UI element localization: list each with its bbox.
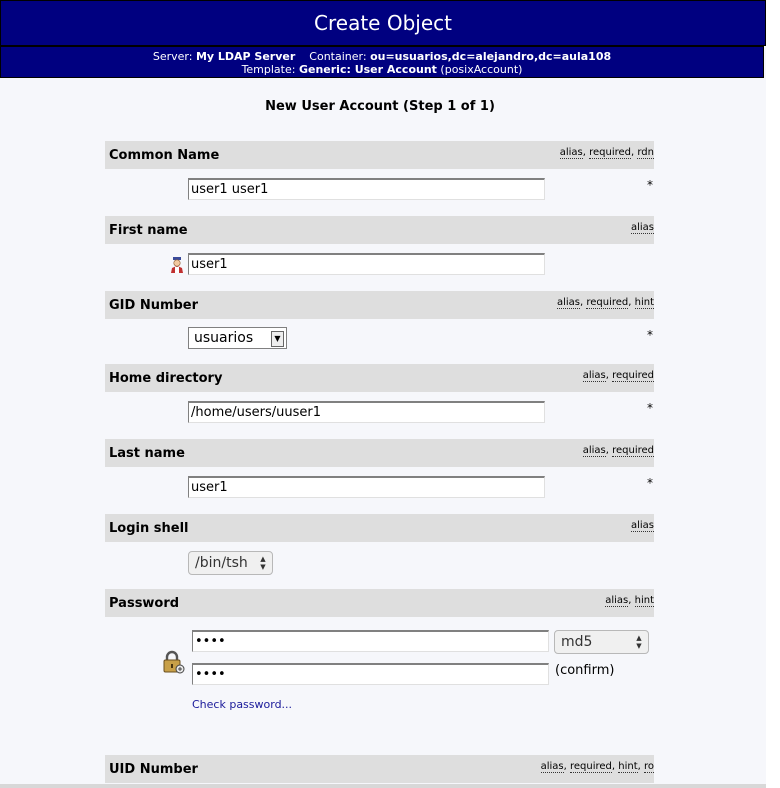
attr-flags: alias, hint (605, 595, 654, 607)
flag-alias[interactable]: alias (582, 370, 606, 382)
attr-flags: alias, required (582, 445, 654, 457)
chevron-down-icon[interactable]: ▼ (271, 331, 284, 347)
attr-header-home-directory: Home directory alias, required (105, 364, 654, 392)
step-title: New User Account (Step 1 of 1) (265, 99, 495, 114)
attr-flags: alias, required, hint (556, 297, 654, 309)
gid-selected-value: usuarios (194, 330, 254, 346)
attr-name: Common Name (109, 148, 220, 163)
attr-flags: alias (630, 222, 654, 234)
hash-value: md5 (561, 634, 593, 650)
gid-number-select[interactable]: usuarios ▼ (188, 327, 287, 349)
required-marker: * (647, 401, 653, 415)
user-icon (170, 257, 184, 277)
attr-header-login-shell: Login shell alias (105, 514, 654, 542)
spinner-arrows-icon: ▲ ▼ (636, 634, 642, 650)
server-value: My LDAP Server (195, 50, 296, 63)
required-marker: * (647, 178, 653, 192)
page-title: Create Object (0, 0, 766, 46)
flag-required[interactable]: required (589, 147, 632, 159)
login-shell-value: /bin/tsh (195, 555, 248, 571)
flag-rdn[interactable]: rdn (637, 147, 654, 159)
attr-header-gid-number: GID Number alias, required, hint (105, 291, 654, 319)
flag-ro[interactable]: ro (643, 761, 654, 773)
home-directory-input[interactable]: /home/users/uuser1 (188, 401, 545, 423)
flag-alias[interactable]: alias (630, 520, 654, 532)
server-label: Server: (152, 50, 193, 63)
flag-alias[interactable]: alias (582, 445, 606, 457)
attr-header-common-name: Common Name alias, required, rdn (105, 141, 654, 169)
flag-hint[interactable]: hint (634, 595, 654, 607)
attr-name: Password (109, 596, 180, 611)
attr-name: Login shell (109, 521, 189, 536)
attr-flags: alias, required, hint, ro (540, 761, 654, 773)
attr-header-uid-number: UID Number alias, required, hint, ro (105, 755, 654, 783)
required-marker: * (647, 328, 653, 342)
common-name-input[interactable]: user1 user1 (188, 178, 545, 200)
flag-required[interactable]: required (612, 445, 654, 457)
attr-name: Home directory (109, 371, 223, 386)
attr-name: GID Number (109, 298, 199, 313)
flag-alias[interactable]: alias (630, 222, 654, 234)
password-input[interactable]: •••• (192, 630, 549, 652)
login-shell-select[interactable]: /bin/tsh ▲ ▼ (188, 551, 273, 575)
scrollbar[interactable] (766, 0, 780, 788)
container-value: ou=usuarios,dc=alejandro,dc=aula108 (370, 50, 612, 63)
check-password-link[interactable]: Check password... (192, 698, 292, 711)
attr-flags: alias (630, 520, 654, 532)
server-info-bar: Server: My LDAP Server Container: ou=usu… (0, 46, 764, 78)
attr-header-first-name: First name alias (105, 216, 654, 244)
confirm-label: (confirm) (555, 663, 615, 678)
lock-icon (161, 650, 185, 678)
spinner-arrows-icon: ▲ ▼ (260, 555, 266, 571)
password-confirm-input[interactable]: •••• (192, 663, 549, 685)
bottom-divider (0, 784, 766, 788)
flag-alias[interactable]: alias (540, 761, 564, 773)
attr-flags: alias, required, rdn (559, 147, 654, 159)
flag-required[interactable]: required (569, 761, 612, 773)
flag-alias[interactable]: alias (556, 297, 580, 309)
first-name-input[interactable]: user1 (188, 253, 545, 275)
flag-alias[interactable]: alias (559, 147, 583, 159)
flag-hint[interactable]: hint (634, 297, 654, 309)
attr-flags: alias, required (582, 370, 654, 382)
required-marker: * (647, 476, 653, 490)
last-name-input[interactable]: user1 (188, 476, 545, 498)
attr-header-password: Password alias, hint (105, 589, 654, 617)
container-label: Container: (309, 50, 367, 63)
template-value: Generic: User Account (298, 63, 437, 76)
flag-alias[interactable]: alias (605, 595, 629, 607)
template-class: (posixAccount) (440, 63, 523, 76)
template-label: Template: (241, 63, 296, 76)
attr-header-last-name: Last name alias, required (105, 439, 654, 467)
attr-name: First name (109, 223, 188, 238)
attr-name: Last name (109, 446, 185, 461)
hash-select[interactable]: md5 ▲ ▼ (554, 630, 649, 654)
attr-name: UID Number (109, 762, 198, 777)
flag-required[interactable]: required (586, 297, 629, 309)
flag-hint[interactable]: hint (618, 761, 638, 773)
flag-required[interactable]: required (612, 370, 654, 382)
